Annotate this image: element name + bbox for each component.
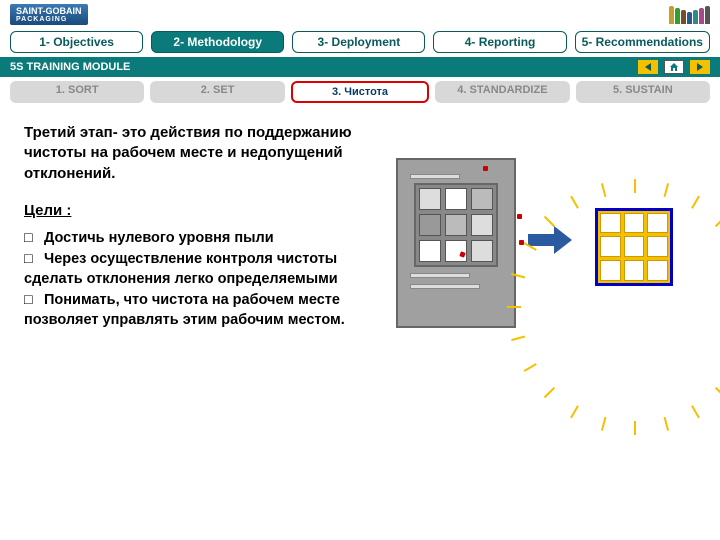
module-title: 5S TRAINING MODULE — [10, 61, 130, 73]
nav-primary: 1- Objectives 2- Methodology 3- Deployment… — [0, 29, 720, 55]
clean-grid-graphic — [584, 193, 684, 293]
goals-list: □Достичь нулевого уровня пыли□Через осущ… — [24, 229, 376, 331]
nav2-tab-0[interactable]: 1. SORT — [10, 81, 144, 103]
nav1-tab-2[interactable]: 3- Deployment — [292, 31, 425, 53]
nav1-tab-1[interactable]: 2- Methodology — [151, 31, 284, 53]
goal-item: □Достичь нулевого уровня пыли — [24, 229, 376, 249]
nav2-tab-3[interactable]: 4. STANDARDIZE — [435, 81, 569, 103]
brand-name: SAINT-GOBAIN — [16, 6, 82, 16]
nav2-tab-2[interactable]: 3. Чистота — [291, 81, 429, 103]
next-button[interactable] — [690, 60, 710, 74]
home-button[interactable] — [664, 60, 684, 74]
arrow-icon — [528, 226, 572, 259]
illustration — [396, 153, 696, 333]
nav2-tab-4[interactable]: 5. SUSTAIN — [576, 81, 710, 103]
intro-text: Третий этап- это действия по поддержанию… — [24, 123, 376, 184]
goals-heading: Цели : — [24, 202, 376, 219]
prev-button[interactable] — [638, 60, 658, 74]
goal-item: □Через осуществление контроля чистоты сд… — [24, 250, 376, 289]
nav1-tab-3[interactable]: 4- Reporting — [433, 31, 566, 53]
nav1-tab-4[interactable]: 5- Recommendations — [575, 31, 710, 53]
dirty-cabinet-graphic — [396, 158, 516, 328]
nav-secondary: 1. SORT 2. SET 3. Чистота 4. STANDARDIZE 5. … — [0, 77, 720, 107]
brand-sub: PACKAGING — [16, 16, 82, 23]
nav1-tab-0[interactable]: 1- Objectives — [10, 31, 143, 53]
goal-item: □Понимать, что чистота на рабочем месте … — [24, 291, 376, 330]
bottles-decor — [669, 6, 710, 24]
module-band: 5S TRAINING MODULE — [0, 57, 720, 77]
brand-logo: SAINT-GOBAIN PACKAGING — [10, 4, 88, 25]
nav2-tab-1[interactable]: 2. SET — [150, 81, 284, 103]
